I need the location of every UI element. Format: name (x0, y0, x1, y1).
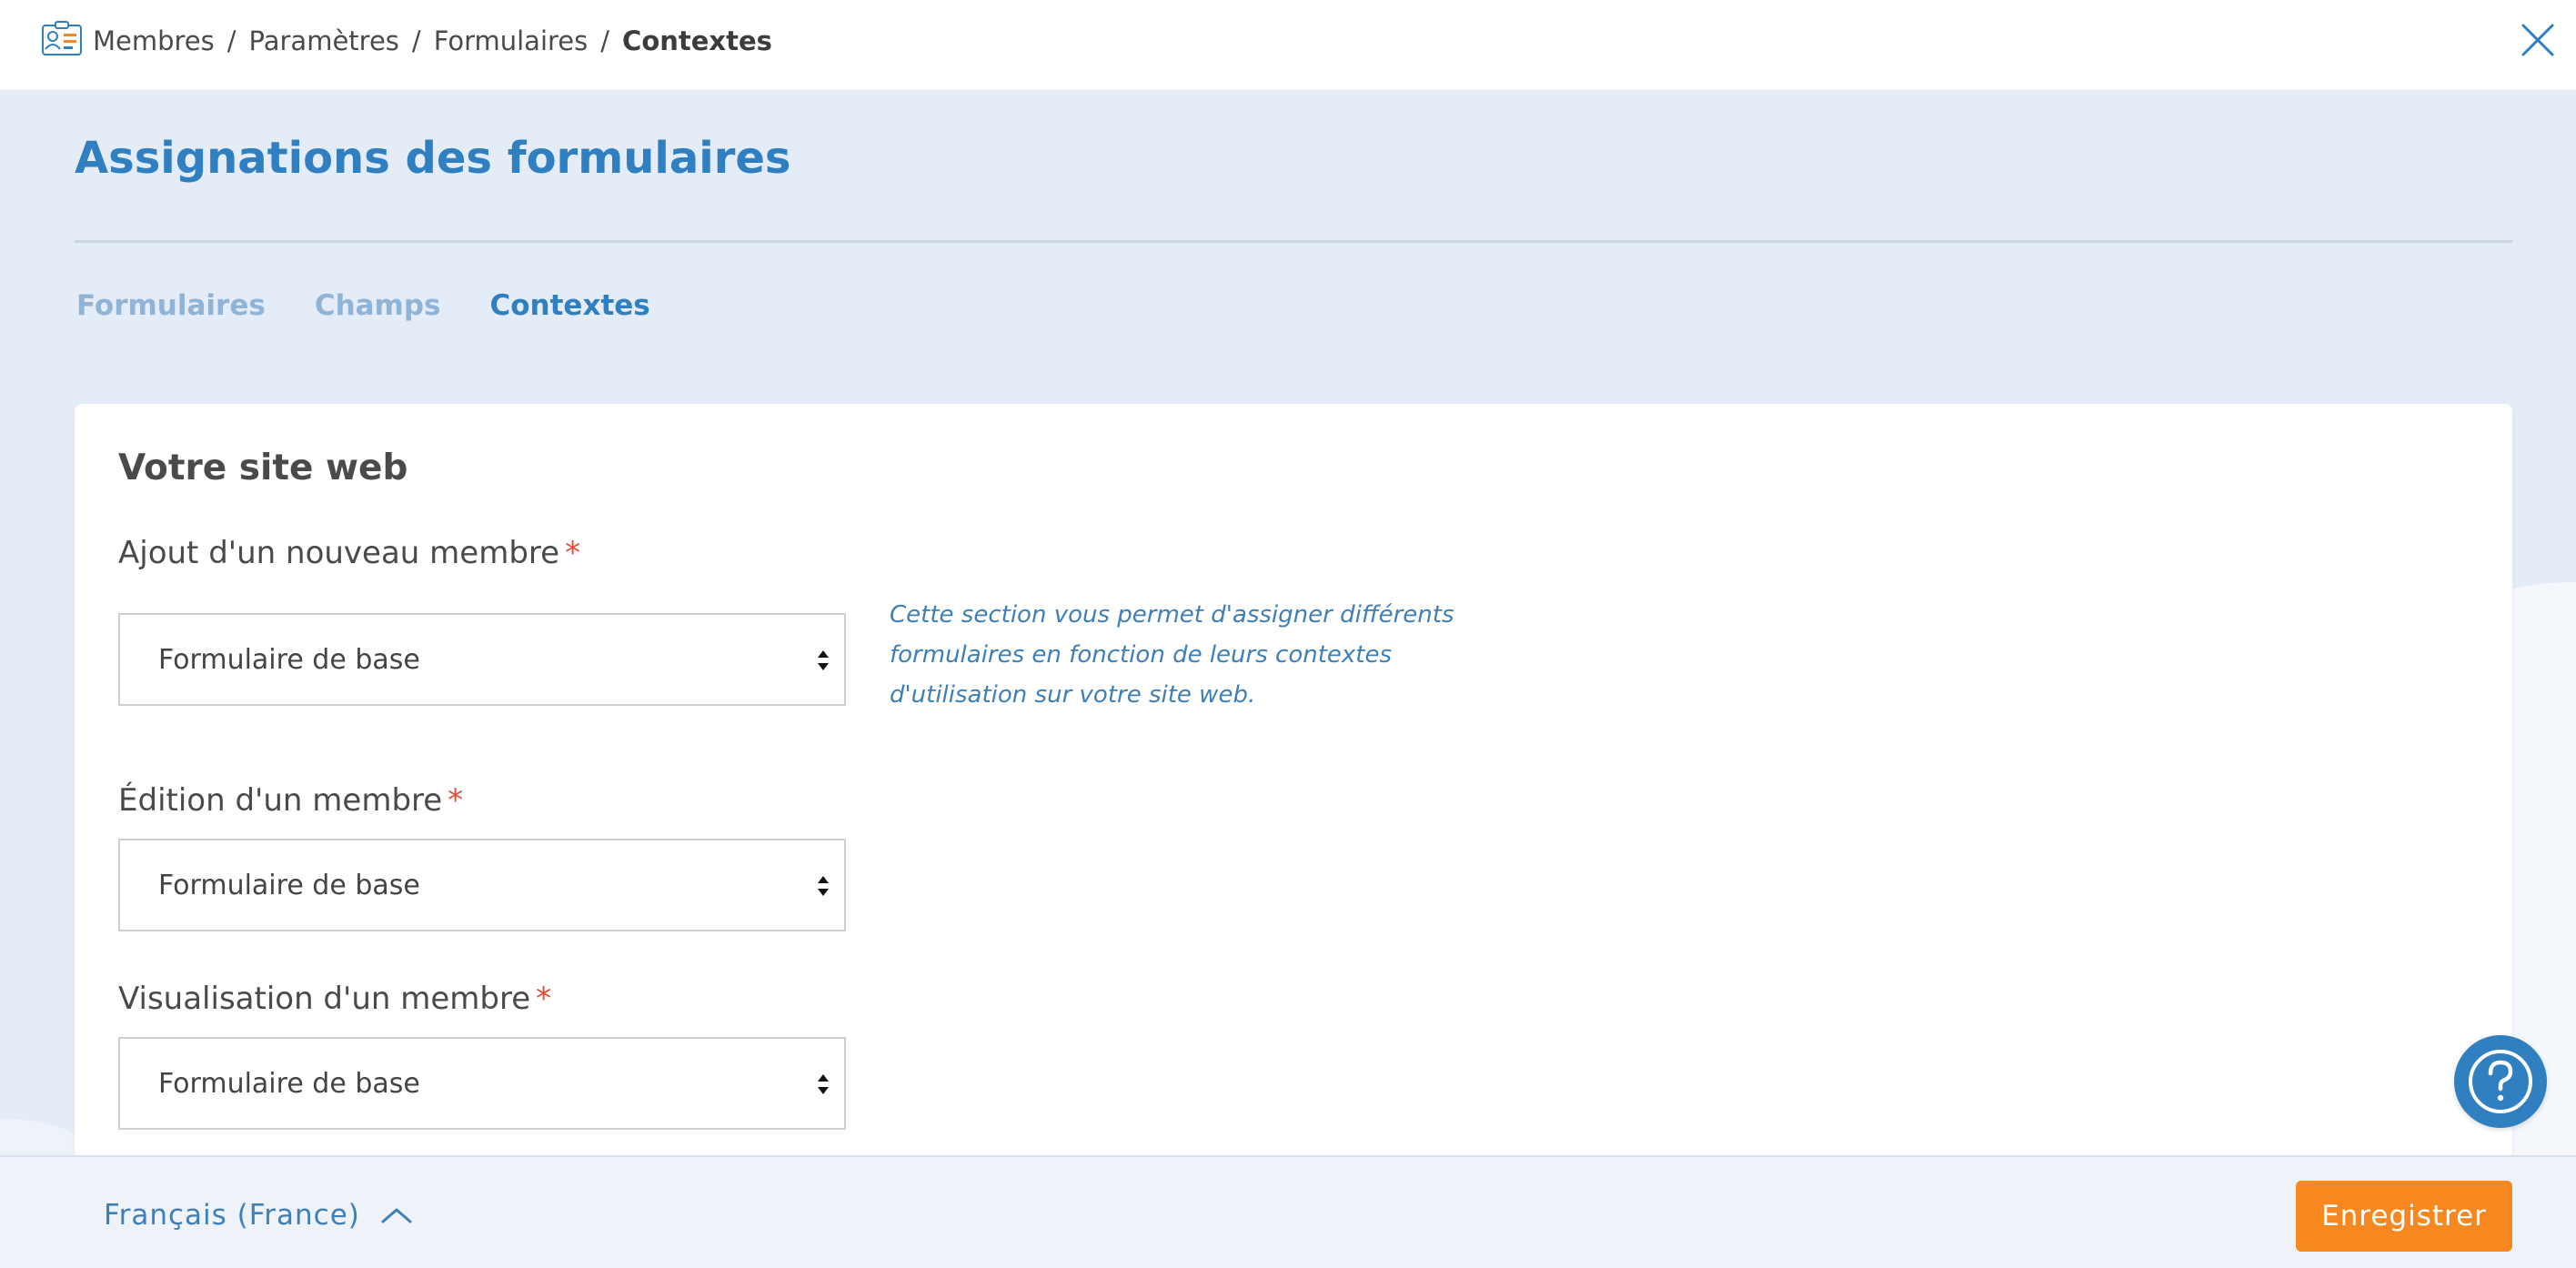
required-marker: * (448, 782, 464, 819)
card-title: Votre site web (118, 448, 408, 488)
required-marker: * (536, 981, 552, 1017)
top-bar: Membres / Paramètres / Formulaires / Con… (0, 0, 2576, 91)
sort-arrows-icon (817, 646, 830, 675)
contexts-card: Votre site web Ajout d'un nouveau membre… (75, 404, 2512, 1159)
view-member-form-select[interactable]: Formulaire de base (118, 1037, 846, 1130)
save-button[interactable]: Enregistrer (2296, 1181, 2512, 1252)
field-label-view-member: Visualisation d'un membre * (118, 981, 551, 1017)
close-icon[interactable] (2520, 22, 2556, 58)
breadcrumb-item-parametres[interactable]: Paramètres (249, 25, 399, 56)
sort-arrows-icon (817, 871, 830, 901)
edit-member-form-select[interactable]: Formulaire de base (118, 839, 846, 931)
breadcrumb: Membres / Paramètres / Formulaires / Con… (93, 25, 772, 56)
help-text: Cette section vous permet d'assigner dif… (890, 601, 1454, 709)
breadcrumb-item-formulaires[interactable]: Formulaires (434, 25, 589, 56)
new-member-form-select[interactable]: Formulaire de base (118, 613, 846, 706)
breadcrumb-separator: / (411, 25, 421, 56)
field-label-text: Ajout d'un nouveau membre (118, 535, 560, 571)
breadcrumb-current: Contextes (622, 25, 772, 56)
language-label: Français (France) (104, 1199, 360, 1232)
required-marker: * (565, 535, 581, 571)
sort-arrows-icon (817, 1070, 830, 1099)
member-card-icon (40, 20, 84, 58)
page-title: Assignations des formulaires (75, 133, 791, 184)
select-value: Formulaire de base (158, 1068, 420, 1100)
language-selector[interactable]: Français (France) (104, 1199, 413, 1232)
breadcrumb-item-membres[interactable]: Membres (93, 25, 215, 56)
tab-formulaires[interactable]: Formulaires (76, 289, 266, 322)
question-icon (2454, 1050, 2547, 1132)
field-label-text: Visualisation d'un membre (118, 981, 531, 1017)
chevron-up-icon (380, 1199, 413, 1232)
select-value: Formulaire de base (158, 644, 420, 676)
select-value: Formulaire de base (158, 870, 420, 901)
footer-bar: Français (France) Enregistrer (0, 1155, 2576, 1268)
tab-champs[interactable]: Champs (315, 289, 441, 322)
field-label-new-member: Ajout d'un nouveau membre * (118, 535, 580, 571)
field-label-text: Édition d'un membre (118, 782, 443, 819)
title-divider (75, 240, 2512, 243)
field-label-edit-member: Édition d'un membre * (118, 782, 463, 819)
tab-contextes[interactable]: Contextes (490, 289, 650, 322)
breadcrumb-separator: / (600, 25, 610, 56)
help-button[interactable] (2454, 1035, 2547, 1128)
tab-bar: Formulaires Champs Contextes (76, 289, 650, 322)
breadcrumb-separator: / (226, 25, 236, 56)
